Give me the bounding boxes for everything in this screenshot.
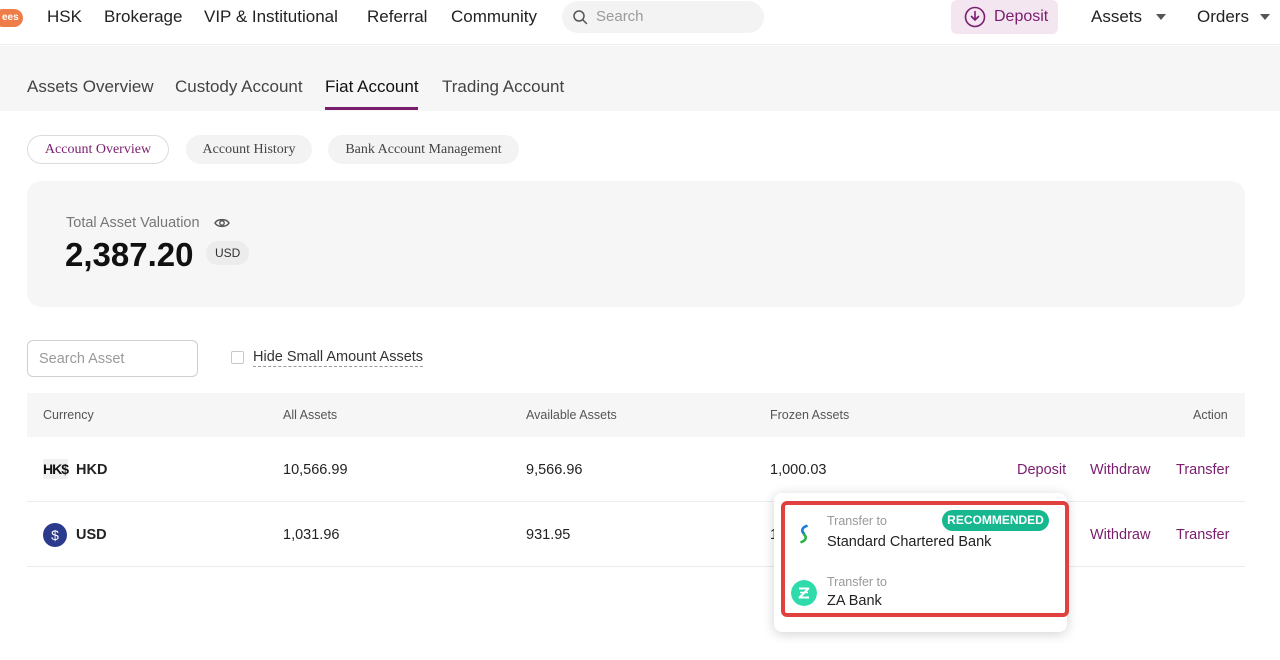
za-bank-logo-icon xyxy=(791,580,817,606)
withdraw-link[interactable]: Withdraw xyxy=(1090,526,1150,544)
hide-small-assets-label[interactable]: Hide Small Amount Assets xyxy=(253,349,424,367)
top-navigation: ees HSK Brokerage VIP & Institutional Re… xyxy=(0,0,1280,45)
valuation-label: Total Asset Valuation xyxy=(66,215,200,231)
search-icon xyxy=(573,10,588,25)
global-search-input[interactable]: Search xyxy=(562,1,764,33)
standard-chartered-logo-icon xyxy=(791,521,817,547)
active-tab-indicator xyxy=(325,107,418,110)
hkd-currency-icon: HK$ xyxy=(43,459,69,479)
nav-link-community[interactable]: Community xyxy=(451,6,537,28)
deposit-button[interactable]: Deposit xyxy=(951,0,1058,34)
usd-currency-icon: $ xyxy=(43,523,67,547)
nav-link-vip-institutional[interactable]: VIP & Institutional xyxy=(204,6,338,28)
tab-custody-account[interactable]: Custody Account xyxy=(175,76,303,98)
orders-menu[interactable]: Orders xyxy=(1197,6,1249,28)
transfer-link[interactable]: Transfer xyxy=(1176,461,1229,479)
subtab-bank-account-management[interactable]: Bank Account Management xyxy=(328,135,519,164)
column-header-available-assets: Available Assets xyxy=(526,408,617,422)
transfer-option-za-bank[interactable]: Transfer to ZA Bank xyxy=(782,569,1059,623)
valuation-amount: 2,387.20 xyxy=(65,236,194,273)
option-kicker: Transfer to xyxy=(827,514,887,528)
column-header-action: Action xyxy=(1193,408,1228,422)
account-tab-bar: Assets Overview Custody Account Fiat Acc… xyxy=(0,46,1280,111)
tab-trading-account[interactable]: Trading Account xyxy=(442,76,564,98)
valuation-card: Total Asset Valuation 2,387.20 USD xyxy=(27,181,1245,307)
promo-badge[interactable]: ees xyxy=(0,9,23,27)
table-row: HK$ HKD 10,566.99 9,566.96 1,000.03 Depo… xyxy=(27,437,1245,502)
transfer-link[interactable]: Transfer xyxy=(1176,526,1229,544)
all-assets-value: 1,031.96 xyxy=(283,527,340,543)
valuation-unit-badge: USD xyxy=(206,241,250,265)
chevron-down-icon[interactable] xyxy=(1260,14,1270,20)
option-bank-name: ZA Bank xyxy=(827,593,882,609)
subtab-account-overview[interactable]: Account Overview xyxy=(27,135,169,164)
assets-menu[interactable]: Assets xyxy=(1091,6,1142,28)
nav-link-brokerage[interactable]: Brokerage xyxy=(104,6,182,28)
currency-code: HKD xyxy=(76,462,108,478)
eye-icon[interactable] xyxy=(214,216,230,230)
nav-link-hsk[interactable]: HSK xyxy=(47,6,82,28)
chevron-down-icon[interactable] xyxy=(1156,14,1166,20)
column-header-all-assets: All Assets xyxy=(283,408,338,422)
tab-assets-overview[interactable]: Assets Overview xyxy=(27,76,154,98)
available-assets-value: 9,566.96 xyxy=(526,462,583,478)
deposit-button-label: Deposit xyxy=(994,8,1049,25)
recommended-badge: RECOMMENDED xyxy=(942,510,1049,531)
search-placeholder: Search xyxy=(596,8,644,25)
nav-link-referral[interactable]: Referral xyxy=(367,6,427,28)
currency-code: USD xyxy=(76,527,107,543)
frozen-assets-value: 1,000.03 xyxy=(770,462,827,478)
deposit-link[interactable]: Deposit xyxy=(1017,461,1066,479)
search-asset-input[interactable] xyxy=(27,340,198,377)
table-header: Currency All Assets Available Assets Fro… xyxy=(27,393,1245,437)
column-header-currency: Currency xyxy=(43,408,94,422)
option-bank-name: Standard Chartered Bank xyxy=(827,534,992,550)
withdraw-link[interactable]: Withdraw xyxy=(1090,461,1150,479)
option-kicker: Transfer to xyxy=(827,575,887,589)
download-circle-icon xyxy=(964,6,986,28)
column-header-frozen-assets: Frozen Assets xyxy=(770,408,850,422)
available-assets-value: 931.95 xyxy=(526,527,571,543)
all-assets-value: 10,566.99 xyxy=(283,462,348,478)
subtab-account-history[interactable]: Account History xyxy=(186,135,312,164)
hide-small-assets-checkbox[interactable] xyxy=(231,351,244,364)
tab-fiat-account[interactable]: Fiat Account xyxy=(325,76,419,98)
